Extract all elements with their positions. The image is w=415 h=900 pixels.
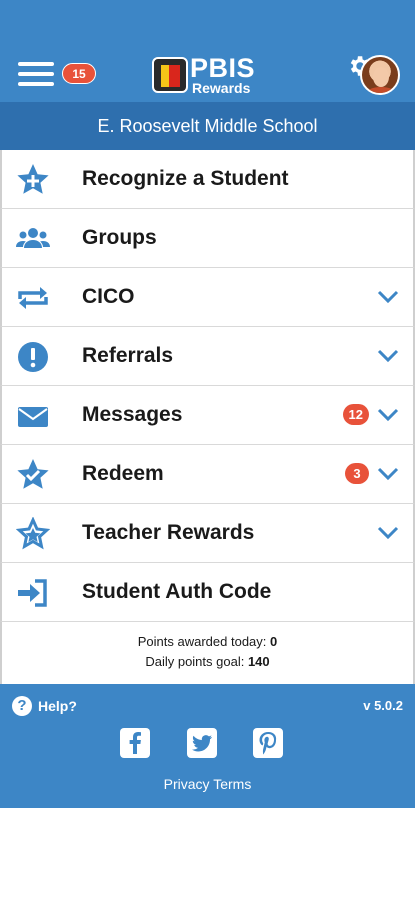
users-icon: [16, 228, 50, 248]
terms-link[interactable]: Terms: [213, 776, 251, 792]
menu-item-label: Recognize a Student: [82, 167, 289, 190]
menu-item-label: Student Auth Code: [82, 580, 272, 603]
chevron-down-icon[interactable]: [377, 289, 399, 305]
points-awarded-label: Points awarded today:: [137, 634, 267, 649]
twitter-icon: [192, 735, 212, 752]
legal-links: Privacy Terms: [0, 776, 415, 792]
menu-item-label: Redeem: [82, 462, 164, 485]
points-summary: Points awarded today: 0 Daily points goa…: [0, 622, 415, 684]
menu-item-student-auth-code[interactable]: Student Auth Code: [0, 563, 415, 622]
points-awarded-value: 0: [270, 634, 278, 649]
repeat-arrows-icon: [18, 287, 48, 309]
chevron-down-icon[interactable]: [377, 348, 399, 364]
help-label: Help?: [38, 698, 77, 714]
pbis-logo: PBIS Rewards: [152, 53, 266, 96]
star-plus-icon: [17, 164, 49, 194]
chevron-down-icon[interactable]: [377, 466, 399, 482]
app: 15 PBIS Rewards E. Roosevelt Middle Scho…: [0, 0, 415, 900]
chevron-down-icon[interactable]: [377, 525, 399, 541]
menu-item-teacher-rewards[interactable]: Teacher Rewards: [0, 504, 415, 563]
points-goal-label: Daily points goal:: [145, 654, 245, 669]
hamburger-menu-icon[interactable]: [18, 62, 54, 86]
menu-item-referrals[interactable]: Referrals: [0, 327, 415, 386]
menu-item-groups[interactable]: Groups: [0, 209, 415, 268]
exclamation-circle-icon: [18, 342, 48, 372]
sign-in-icon: [18, 579, 47, 607]
avatar[interactable]: [360, 55, 400, 95]
main-menu: Recognize a Student Groups CICO Referral…: [0, 150, 415, 622]
messages-badge: 12: [342, 404, 369, 425]
pinterest-icon: [259, 732, 277, 755]
star-check-icon: [17, 459, 49, 489]
menu-item-cico[interactable]: CICO: [0, 268, 415, 327]
menu-item-label: Teacher Rewards: [82, 521, 255, 544]
envelope-icon: [18, 407, 48, 427]
header: 15 PBIS Rewards: [0, 0, 415, 102]
menu-item-recognize-student[interactable]: Recognize a Student: [0, 150, 415, 209]
logo-subtitle: Rewards: [192, 80, 251, 96]
menu-item-redeem[interactable]: Redeem 3: [0, 445, 415, 504]
menu-item-messages[interactable]: Messages 12: [0, 386, 415, 445]
menu-item-label: CICO: [82, 285, 135, 308]
twitter-button[interactable]: [187, 728, 217, 758]
facebook-button[interactable]: [120, 728, 150, 758]
facebook-icon: [129, 732, 141, 754]
school-name: E. Roosevelt Middle School: [0, 102, 415, 150]
points-goal-value: 140: [247, 654, 270, 669]
logo-mark-icon: [152, 57, 188, 93]
footer: ? Help? v 5.0.2 Privacy Terms: [0, 684, 415, 808]
question-circle-icon: ?: [12, 696, 32, 716]
notification-badge: 15: [62, 63, 96, 84]
app-version: v 5.0.2: [363, 698, 403, 713]
help-link[interactable]: ? Help?: [12, 695, 77, 717]
menu-item-label: Messages: [82, 403, 183, 426]
pinterest-button[interactable]: [253, 728, 283, 758]
menu-item-label: Groups: [82, 226, 157, 249]
redeem-badge: 3: [345, 463, 369, 484]
star-outline-icon: [16, 517, 50, 550]
chevron-down-icon[interactable]: [377, 407, 399, 423]
privacy-link[interactable]: Privacy: [164, 776, 210, 792]
menu-item-label: Referrals: [82, 344, 174, 367]
